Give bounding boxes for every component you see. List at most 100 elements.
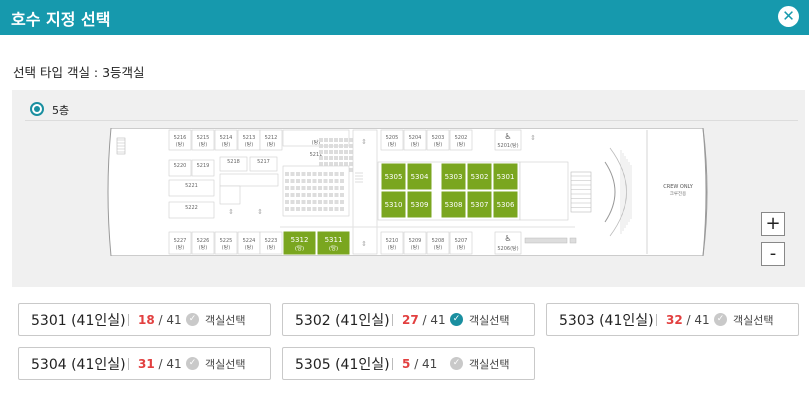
seat [312, 193, 317, 197]
ship-deck-svg: 5216(탕)5215(탕)5214(탕)5213(탕)5212(탕) (탕)52… [107, 127, 708, 257]
room-5212-tag: (탕) [267, 141, 276, 148]
divider [128, 357, 129, 370]
seat [301, 207, 306, 211]
seat [319, 138, 323, 142]
room-5225-number: 5225 [220, 238, 233, 244]
room-5304-number: 5304 [411, 173, 429, 181]
room-5306-number: 5306 [497, 201, 515, 209]
seat [324, 144, 328, 148]
seat [323, 200, 328, 204]
seat [312, 186, 317, 190]
seat [296, 172, 300, 176]
room-5312-tag: (탕) [295, 245, 304, 252]
seat [329, 172, 333, 176]
room-5214-number: 5214 [220, 135, 233, 141]
seat [349, 144, 353, 148]
seat [334, 186, 339, 190]
seat [301, 172, 306, 176]
seat [334, 179, 339, 183]
seat [290, 200, 295, 204]
seat [344, 138, 348, 142]
seat [307, 172, 311, 176]
room-5204-number: 5204 [409, 135, 422, 141]
seat [312, 172, 317, 176]
room-5310-number: 5310 [385, 201, 403, 209]
room-5210-tag: (탕) [388, 244, 397, 251]
room-5307-number: 5307 [471, 201, 489, 209]
room-5221-number: 5221 [185, 183, 198, 189]
room-5215-number: 5215 [197, 135, 210, 141]
room-5226-tag: (탕) [199, 244, 208, 251]
seat [307, 179, 311, 183]
select-room-label: 객실선택 [469, 357, 510, 371]
seat [290, 207, 295, 211]
seat [290, 172, 295, 176]
room-5301-number: 5301 [497, 173, 515, 181]
seat [339, 138, 343, 142]
room-card-5301[interactable]: 5301 (41인실) 18 / 41 ✓ 객실선택 [18, 303, 271, 336]
seat [339, 162, 343, 166]
seat [329, 144, 333, 148]
seat [318, 179, 322, 183]
seat [301, 179, 306, 183]
seat [285, 186, 289, 190]
seat [323, 186, 328, 190]
capacity: / 41 [158, 312, 182, 327]
zoom-out-button[interactable]: - [761, 242, 785, 266]
seat [301, 186, 306, 190]
check-icon: ✓ [450, 357, 463, 370]
seat [307, 193, 311, 197]
crew-only-label-ko: 크루전용 [670, 190, 687, 197]
zoom-in-button[interactable]: + [761, 212, 785, 236]
seat [323, 207, 328, 211]
room-5202-number: 5202 [455, 135, 468, 141]
room-5213-number: 5213 [243, 135, 256, 141]
seat [340, 186, 344, 190]
seat [334, 150, 338, 154]
seat [285, 193, 289, 197]
room-card-5302[interactable]: 5302 (41인실) 27 / 41 ✓ 객실선택 [282, 303, 535, 336]
seat [319, 156, 323, 160]
elevator-icon: ⇕ [228, 208, 234, 216]
seat [329, 193, 333, 197]
select-room-label: 객실선택 [205, 357, 246, 371]
seat [323, 193, 328, 197]
floor-radio[interactable] [30, 102, 44, 116]
occupied-count: 18 [138, 312, 155, 327]
room-5309-number: 5309 [411, 201, 429, 209]
seat [319, 162, 323, 166]
room-5209-tag: (탕) [411, 244, 420, 251]
room-5201-number: 5201(탕) [497, 142, 518, 149]
room-5202-tag: (탕) [457, 141, 466, 148]
seat [339, 150, 343, 154]
seat [324, 162, 328, 166]
divider [128, 313, 129, 326]
seat [340, 179, 344, 183]
room-5223-tag: (탕) [267, 244, 276, 251]
seat [334, 193, 339, 197]
check-icon: ✓ [186, 357, 199, 370]
seat [340, 200, 344, 204]
check-icon: ✓ [450, 313, 463, 326]
divider [25, 120, 798, 121]
room-5210-number: 5210 [386, 238, 399, 244]
elevator-icon: ⇕ [361, 240, 367, 248]
room-5212-number: 5212 [265, 135, 278, 141]
check-icon: ✓ [186, 313, 199, 326]
modal-header: 호수 지정 선택 ✕ [0, 0, 809, 35]
room-5223-number: 5223 [265, 238, 278, 244]
seat [296, 207, 300, 211]
room-name: 5303 (41인실) [559, 312, 654, 329]
seat [319, 150, 323, 154]
occupied-count: 27 [402, 312, 419, 327]
room-card-5304[interactable]: 5304 (41인실) 31 / 41 ✓ 객실선택 [18, 347, 271, 380]
close-icon[interactable]: ✕ [778, 6, 799, 27]
room-card-5305[interactable]: 5305 (41인실) 5 / 41 ✓ 객실선택 [282, 347, 535, 380]
room-card-5303[interactable]: 5303 (41인실) 32 / 41 ✓ 객실선택 [546, 303, 799, 336]
select-room-label: 객실선택 [205, 313, 246, 327]
seat [339, 144, 343, 148]
room-5225-tag: (탕) [222, 244, 231, 251]
room-5203-number: 5203 [432, 135, 445, 141]
seat [340, 207, 344, 211]
room-5207-number: 5207 [455, 238, 468, 244]
